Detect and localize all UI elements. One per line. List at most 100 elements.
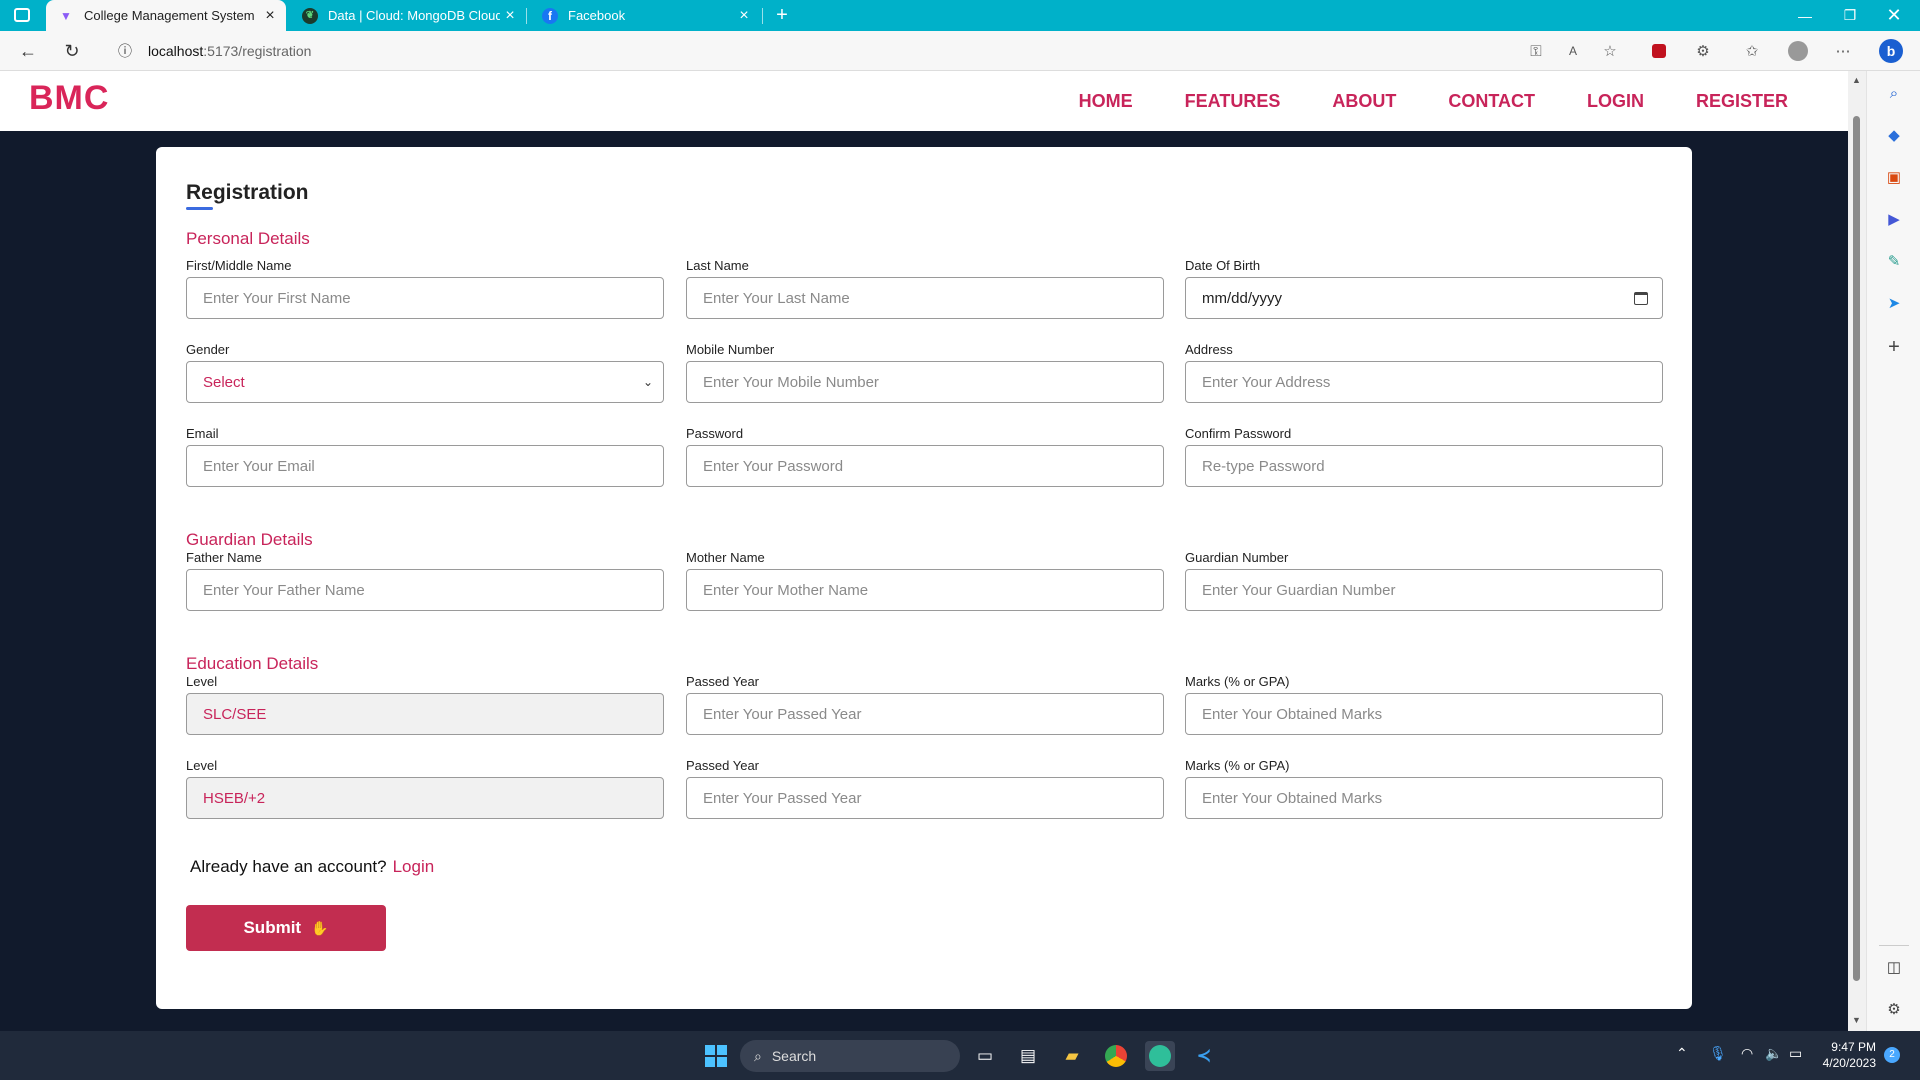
last-name-input[interactable]: Enter Your Last Name [686, 277, 1164, 319]
send-icon[interactable]: ➤ [1884, 293, 1904, 313]
bing-chat-icon[interactable]: b [1878, 38, 1904, 64]
notification-badge[interactable]: 2 [1884, 1047, 1900, 1063]
url-host: localhost [148, 43, 204, 59]
microphone-icon[interactable]: 🎙 [1709, 1045, 1727, 1062]
restore-icon[interactable]: ❐ [1828, 0, 1872, 31]
refresh-icon[interactable]: ↻ [57, 36, 87, 66]
marks2-label: Marks (% or GPA) [1185, 758, 1290, 773]
file-explorer-icon[interactable]: ▰ [1057, 1041, 1087, 1071]
store-icon[interactable]: ▤ [1013, 1041, 1043, 1071]
nav-register[interactable]: REGISTER [1696, 91, 1788, 112]
read-aloud-icon[interactable]: A [1560, 38, 1586, 64]
marks2-input[interactable]: Enter Your Obtained Marks [1185, 777, 1663, 819]
shopping-tag-icon[interactable]: ◆ [1884, 125, 1904, 145]
key-icon[interactable]: ⚿ [1523, 38, 1549, 64]
close-tab-icon[interactable]: × [734, 7, 754, 25]
url-path: :5173/registration [203, 43, 312, 59]
settings-gear-icon[interactable]: ⚙ [1884, 999, 1904, 1019]
tools-icon[interactable]: ▣ [1884, 167, 1904, 187]
chrome-icon[interactable] [1101, 1041, 1131, 1071]
site-logo[interactable]: BMC [29, 79, 109, 118]
guardian-number-input[interactable]: Enter Your Guardian Number [1185, 569, 1663, 611]
nav-home[interactable]: HOME [1079, 91, 1133, 112]
close-window-icon[interactable]: ✕ [1872, 0, 1916, 31]
registration-card: Registration Personal Details First/Midd… [156, 147, 1692, 1009]
volume-icon[interactable]: 🔈 [1765, 1045, 1782, 1062]
ublock-icon[interactable] [1646, 38, 1672, 64]
marks1-input[interactable]: Enter Your Obtained Marks [1185, 693, 1663, 735]
account-prompt-text: Already have an account? [190, 857, 387, 876]
nav-contact[interactable]: CONTACT [1448, 91, 1535, 112]
level2-label: Level [186, 758, 218, 773]
edge-divider [1879, 945, 1909, 946]
nav-login[interactable]: LOGIN [1587, 91, 1644, 112]
gender-select[interactable]: Select ⌄ [186, 361, 664, 403]
battery-icon[interactable]: ▭ [1789, 1045, 1802, 1062]
mobile-input[interactable]: Enter Your Mobile Number [686, 361, 1164, 403]
first-name-input[interactable]: Enter Your First Name [186, 277, 664, 319]
edge-browser-icon[interactable] [1145, 1041, 1175, 1071]
login-link[interactable]: Login [393, 857, 435, 876]
scroll-down-icon[interactable]: ▼ [1852, 1015, 1861, 1025]
nav-about[interactable]: ABOUT [1332, 91, 1396, 112]
nav-features[interactable]: FEATURES [1185, 91, 1281, 112]
password-input[interactable]: Enter Your Password [686, 445, 1164, 487]
show-hidden-icons[interactable]: ⌃ [1676, 1045, 1688, 1062]
task-view-icon[interactable]: ▭ [970, 1041, 1000, 1071]
url-field[interactable]: localhost:5173/registration [148, 36, 1668, 66]
new-tab-icon[interactable]: + [760, 0, 804, 31]
email-label: Email [186, 426, 219, 441]
favorites-icon[interactable]: ✩ [1739, 38, 1765, 64]
passed-year1-input[interactable]: Enter Your Passed Year [686, 693, 1164, 735]
back-icon[interactable]: ← [13, 36, 43, 66]
profile-avatar-icon[interactable] [1785, 38, 1811, 64]
close-tab-icon[interactable]: × [500, 7, 520, 25]
tab-mongodb[interactable]: ❦ Data | Cloud: MongoDB Cloud × [290, 0, 526, 31]
add-favorite-icon[interactable]: ☆ [1597, 38, 1623, 64]
tab-separator [526, 8, 527, 24]
account-prompt: Already have an account? Login [190, 857, 434, 877]
address-placeholder: Enter Your Address [1202, 373, 1331, 391]
taskbar-search[interactable]: ⌕ Search [740, 1040, 960, 1072]
tab-college-management[interactable]: ▼ College Management System × [46, 0, 286, 31]
submit-button[interactable]: Submit ✋ [186, 905, 386, 951]
add-sidebar-icon[interactable]: + [1884, 336, 1904, 358]
office-icon[interactable]: ✎ [1884, 251, 1904, 271]
calendar-icon[interactable] [1634, 291, 1648, 305]
site-info-icon[interactable]: ⓘ [110, 36, 140, 66]
minimize-icon[interactable]: — [1783, 0, 1827, 31]
taskbar-clock[interactable]: 9:47 PM 4/20/2023 [1816, 1039, 1876, 1071]
wifi-icon[interactable]: ◠ [1741, 1045, 1753, 1062]
vscode-icon[interactable]: ≺ [1189, 1041, 1219, 1071]
address-bar-row: ← ↻ ⓘ localhost:5173/registration ⚿ A ☆ … [0, 31, 1920, 71]
tab-actions-icon[interactable] [14, 8, 30, 22]
father-name-placeholder: Enter Your Father Name [203, 581, 365, 599]
tab-title: Data | Cloud: MongoDB Cloud [328, 8, 500, 23]
mother-name-placeholder: Enter Your Mother Name [703, 581, 869, 599]
windows-taskbar: ⌕ Search ▭ ▤ ▰ ≺ ⌃ 🎙 ◠ 🔈 ▭ 9:47 PM 4/20/… [0, 1031, 1920, 1080]
email-input[interactable]: Enter Your Email [186, 445, 664, 487]
address-input[interactable]: Enter Your Address [1185, 361, 1663, 403]
passed-year2-input[interactable]: Enter Your Passed Year [686, 777, 1164, 819]
games-icon[interactable]: ▶ [1884, 209, 1904, 229]
gender-label: Gender [186, 342, 230, 357]
dob-input[interactable]: mm/dd/yyyy [1185, 277, 1663, 319]
edge-sidebar: ⌕ ◆ ▣ ▶ ✎ ➤ + ◫ ⚙ [1866, 71, 1920, 1031]
windows-start-icon[interactable] [701, 1041, 731, 1071]
page-scrollbar[interactable]: ▲ ▼ [1848, 71, 1866, 1031]
mother-name-input[interactable]: Enter Your Mother Name [686, 569, 1164, 611]
scroll-up-icon[interactable]: ▲ [1852, 75, 1861, 85]
hide-sidebar-icon[interactable]: ◫ [1884, 957, 1904, 977]
search-icon[interactable]: ⌕ [1884, 83, 1904, 103]
search-icon: ⌕ [754, 1047, 762, 1064]
extensions-icon[interactable]: ⚙ [1690, 38, 1716, 64]
nav-links: HOME FEATURES ABOUT CONTACT LOGIN REGIST… [1079, 71, 1848, 131]
close-tab-icon[interactable]: × [260, 7, 280, 25]
tab-facebook[interactable]: f Facebook × [530, 0, 760, 31]
more-options-icon[interactable]: ⋯ [1830, 38, 1856, 64]
scroll-thumb[interactable] [1853, 116, 1860, 981]
father-name-input[interactable]: Enter Your Father Name [186, 569, 664, 611]
confirm-password-input[interactable]: Re-type Password [1185, 445, 1663, 487]
browser-tab-bar: ▼ College Management System × ❦ Data | C… [0, 0, 1920, 31]
first-name-label: First/Middle Name [186, 258, 292, 273]
